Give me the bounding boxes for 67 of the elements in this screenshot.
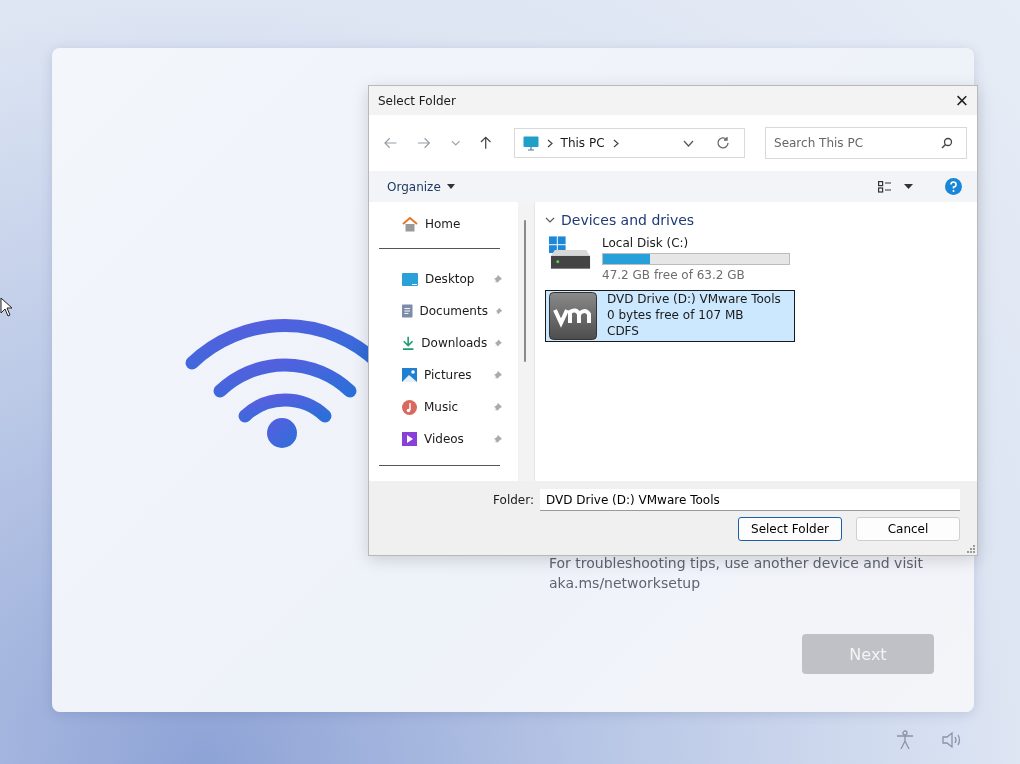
video-icon — [402, 432, 417, 446]
drive-name: Local Disk (C:) — [602, 236, 690, 250]
pin-icon[interactable] — [494, 306, 503, 316]
resize-grip-icon[interactable] — [967, 545, 975, 553]
drive-detail: 0 bytes free of 107 MB — [607, 308, 745, 322]
music-note-icon — [402, 399, 417, 415]
dialog-title: Select Folder — [378, 93, 457, 108]
nav-label: Pictures — [424, 368, 473, 382]
organize-menu[interactable]: Organize — [379, 179, 463, 194]
cursor-icon — [0, 297, 14, 317]
nav-label: Downloads — [421, 336, 488, 350]
forward-arrow-icon[interactable] — [417, 137, 431, 149]
drive-item[interactable]: Local Disk (C:) 47.2 GB free of 63.2 GB — [545, 234, 795, 284]
dialog-button[interactable]: Cancel — [856, 517, 960, 541]
nav-item[interactable]: Downloads — [379, 327, 509, 359]
folder-label: Folder: — [493, 493, 534, 507]
monitor-icon — [522, 135, 539, 151]
nav-label: Videos — [424, 432, 465, 446]
address-bar[interactable]: This PC — [513, 128, 745, 158]
hard-drive-icon — [549, 236, 592, 272]
view-options-icon[interactable] — [878, 180, 892, 193]
house-icon — [402, 216, 418, 232]
help-text: For troubleshooting tips, use another device and visit aka.ms/networksetup — [549, 554, 924, 593]
nav-item[interactable]: Home — [379, 216, 509, 232]
drive-name: DVD Drive (D:) VMware Tools — [607, 292, 781, 306]
dialog-button[interactable]: Select Folder — [738, 517, 842, 541]
speaker-icon[interactable] — [941, 731, 963, 749]
dropdown-arrow-icon[interactable] — [904, 184, 913, 189]
pin-icon[interactable] — [493, 434, 503, 444]
document-icon — [402, 303, 413, 319]
group-title: Devices and drives — [561, 212, 695, 228]
pin-icon[interactable] — [493, 402, 503, 412]
chevron-down-icon[interactable] — [683, 139, 694, 147]
search-icon[interactable] — [941, 137, 953, 149]
nav-label: Music — [424, 400, 460, 414]
pin-icon[interactable] — [493, 274, 503, 284]
refresh-icon[interactable] — [716, 136, 730, 150]
scrollbar-thumb[interactable] — [524, 220, 526, 362]
desktop-icon — [402, 272, 418, 286]
group-header[interactable]: Devices and drives — [545, 212, 977, 228]
caret-icon — [446, 184, 455, 189]
nav-label: Desktop — [425, 272, 476, 286]
vm-logo-icon — [549, 292, 597, 340]
up-arrow-icon[interactable] — [480, 136, 492, 150]
chevron-right-icon — [546, 138, 553, 148]
nav-item[interactable]: Documents — [379, 295, 509, 327]
nav-item[interactable]: Music — [379, 391, 509, 423]
help-icon[interactable] — [945, 178, 962, 195]
nav-item[interactable]: Desktop — [379, 263, 509, 295]
accessibility-icon[interactable] — [895, 730, 915, 750]
close-button[interactable]: × — [947, 86, 977, 115]
download-icon — [402, 335, 415, 351]
pin-icon[interactable] — [494, 338, 503, 348]
folder-field[interactable]: DVD Drive (D:) VMware Tools — [540, 489, 960, 511]
drive-filesystem: CDFS — [607, 324, 640, 338]
chevron-right-icon — [612, 138, 619, 148]
breadcrumb[interactable]: This PC — [560, 136, 605, 150]
nav-label: Documents — [419, 304, 488, 318]
nav-item[interactable]: Pictures — [379, 359, 509, 391]
pin-icon[interactable] — [493, 370, 503, 380]
drive-item[interactable]: DVD Drive (D:) VMware Tools 0 bytes free of 107 MB CDFS — [545, 290, 795, 342]
drive-detail: 47.2 GB free of 63.2 GB — [602, 268, 746, 282]
nav-item[interactable]: Videos — [379, 423, 509, 455]
picture-icon — [402, 368, 417, 382]
search-field[interactable]: Search This PC — [765, 127, 967, 159]
back-arrow-icon[interactable] — [384, 137, 398, 149]
nav-label: Home — [425, 217, 461, 231]
